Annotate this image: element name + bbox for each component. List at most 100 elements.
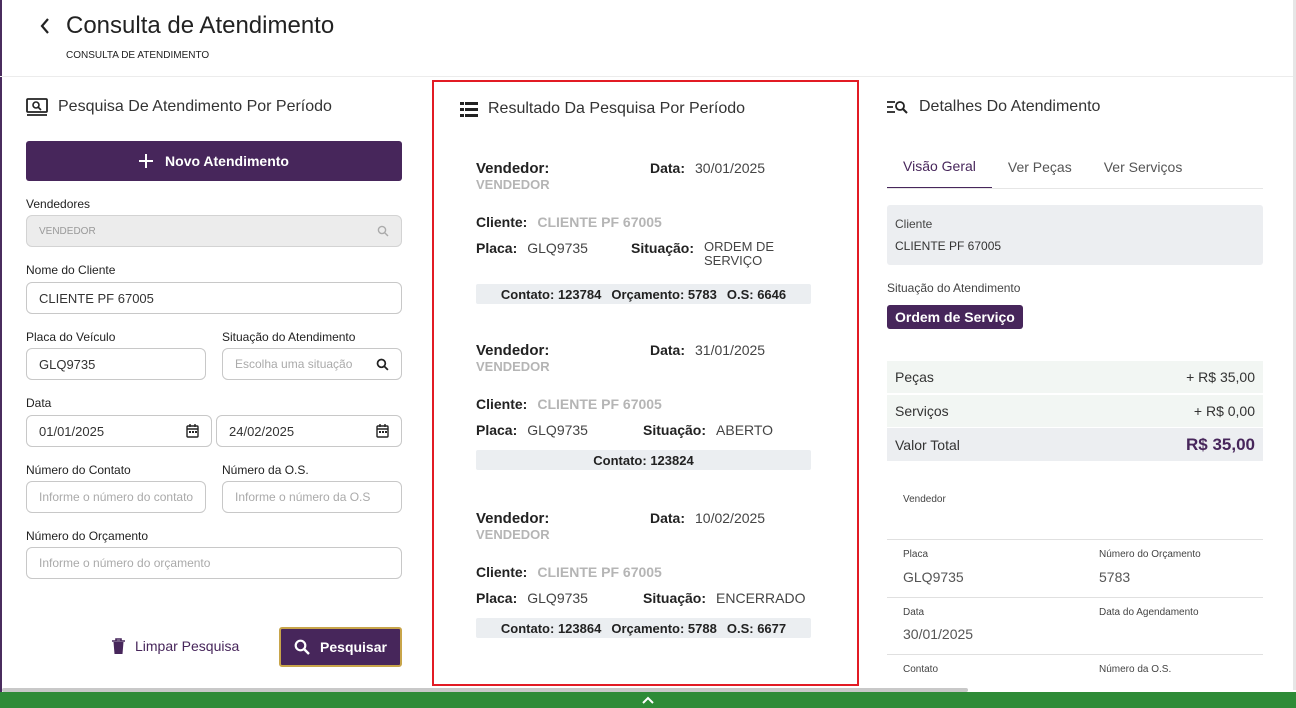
- placa-input[interactable]: GLQ9735: [26, 348, 206, 380]
- placa-label: Placa do Veículo: [26, 330, 116, 344]
- tab-visao-geral[interactable]: Visão Geral: [887, 144, 992, 189]
- cliente-label: Nome do Cliente: [26, 263, 116, 277]
- data-inicio-value: 01/01/2025: [39, 423, 105, 439]
- result-summary-bar: Contato: 123824: [476, 450, 811, 470]
- orcamento-placeholder: Informe o número do orçamento: [39, 556, 211, 570]
- page-header: Consulta de Atendimento CONSULTA DE ATEN…: [0, 0, 1293, 77]
- situacao-value: ORDEM DE SERVIÇO: [704, 239, 775, 268]
- list-icon: [460, 101, 478, 117]
- situacao-label: Situação do Atendimento: [222, 330, 356, 344]
- search-screen-icon: [26, 98, 48, 116]
- cliente-detail-value: CLIENTE PF 67005: [895, 239, 1002, 253]
- cliente-value: CLIENTE PF 67005: [537, 214, 662, 230]
- vendedor-value: VENDEDOR: [476, 527, 550, 542]
- data-fim-input[interactable]: 24/02/2025: [216, 415, 402, 447]
- orcamento-detail-value: 5783: [1099, 569, 1131, 585]
- situacao-select[interactable]: Escolha uma situação: [222, 348, 402, 380]
- chevron-up-icon[interactable]: [642, 696, 654, 704]
- left-window-border: [0, 0, 2, 708]
- search-button-label: Pesquisar: [320, 639, 387, 655]
- servicos-value: + R$ 0,00: [1193, 403, 1255, 419]
- situacao-key: Situação:: [643, 422, 707, 438]
- vendedor-key: Vendedor:: [476, 510, 550, 527]
- data-label: Data: [26, 396, 52, 410]
- divider: [887, 654, 1263, 655]
- details-panel-title-text: Detalhes Do Atendimento: [919, 98, 1101, 115]
- result-summary-bar: Contato: 123784 Orçamento: 5783 O.S: 664…: [476, 284, 811, 304]
- result-card[interactable]: Vendedor: VENDEDOR Data: 30/01/2025 Clie…: [476, 160, 812, 305]
- placa-value: GLQ9735: [527, 422, 588, 438]
- vendedor-detail-label: Vendedor: [903, 494, 946, 505]
- agendamento-detail-label: Data do Agendamento: [1099, 607, 1199, 618]
- page-title: Consulta de Atendimento: [66, 12, 335, 39]
- total-label: Valor Total: [895, 436, 960, 453]
- data-key: Data:: [650, 510, 686, 526]
- orcamento-detail-label: Número do Orçamento: [1099, 549, 1201, 560]
- cliente-input[interactable]: CLIENTE PF 67005: [26, 282, 402, 314]
- contato-label: Número do Contato: [26, 463, 131, 477]
- vendedores-label: Vendedores: [26, 197, 91, 211]
- search-button[interactable]: Pesquisar: [279, 627, 402, 667]
- result-card[interactable]: Vendedor: VENDEDOR Data: 31/01/2025 Clie…: [476, 342, 812, 472]
- vendedor-value: VENDEDOR: [476, 177, 550, 192]
- situacao-placeholder: Escolha uma situação: [235, 357, 353, 371]
- orcamento-label: Número do Orçamento: [26, 529, 149, 543]
- orcamento-input[interactable]: Informe o número do orçamento: [26, 547, 402, 579]
- vendedor-key: Vendedor:: [476, 342, 550, 359]
- servicos-label: Serviços: [895, 403, 949, 419]
- os-label: Número da O.S.: [222, 463, 309, 477]
- search-icon: [294, 639, 310, 655]
- data-key: Data:: [650, 160, 686, 176]
- cliente-key: Cliente:: [476, 396, 528, 412]
- placa-input-value: GLQ9735: [39, 356, 96, 372]
- tab-ver-pecas[interactable]: Ver Peças: [992, 144, 1088, 189]
- data-detail-value: 30/01/2025: [903, 626, 974, 642]
- cliente-value: CLIENTE PF 67005: [537, 564, 662, 580]
- servicos-row: Serviços + R$ 0,00: [887, 395, 1263, 427]
- results-panel-title-text: Resultado Da Pesquisa Por Período: [488, 100, 746, 117]
- data-key: Data:: [650, 342, 686, 358]
- search-icon: [377, 225, 389, 237]
- placa-detail-value: GLQ9735: [903, 569, 964, 585]
- bottom-expand-bar[interactable]: [0, 692, 1296, 708]
- vendedor-value: VENDEDOR: [476, 359, 550, 374]
- new-atendimento-button[interactable]: Novo Atendimento: [26, 141, 402, 181]
- calendar-icon[interactable]: [186, 424, 199, 438]
- client-box: Cliente CLIENTE PF 67005: [887, 205, 1263, 265]
- total-value: R$ 35,00: [1186, 434, 1255, 454]
- cliente-key: Cliente:: [476, 564, 528, 580]
- situacao-key: Situação:: [631, 240, 695, 256]
- calendar-icon[interactable]: [376, 424, 389, 438]
- new-atendimento-label: Novo Atendimento: [165, 153, 289, 169]
- pecas-value: + R$ 35,00: [1186, 369, 1255, 385]
- situacao-detail-label: Situação do Atendimento: [887, 281, 1021, 295]
- situacao-value: ABERTO: [716, 422, 774, 438]
- data-value: 30/01/2025: [695, 160, 766, 176]
- plus-icon: [139, 154, 154, 168]
- placa-key: Placa:: [476, 240, 518, 256]
- search-icon: [376, 358, 389, 371]
- status-badge: Ordem de Serviço: [887, 305, 1023, 329]
- tab-ver-servicos[interactable]: Ver Serviços: [1088, 144, 1199, 189]
- os-input[interactable]: Informe o número da O.S: [222, 481, 402, 513]
- data-inicio-input[interactable]: 01/01/2025: [26, 415, 212, 447]
- tabs-divider: [887, 188, 1263, 189]
- back-arrow-icon[interactable]: [38, 16, 56, 36]
- clear-search-label: Limpar Pesquisa: [135, 638, 240, 654]
- result-summary-bar: Contato: 123864 Orçamento: 5788 O.S: 667…: [476, 618, 811, 638]
- clear-search-button[interactable]: Limpar Pesquisa: [112, 632, 239, 660]
- placa-key: Placa:: [476, 590, 518, 606]
- data-fim-value: 24/02/2025: [229, 423, 295, 439]
- placa-detail-label: Placa: [903, 549, 929, 560]
- vendedores-field[interactable]: VENDEDOR: [26, 215, 402, 247]
- contato-input[interactable]: Informe o número do contato: [26, 481, 206, 513]
- contato-placeholder: Informe o número do contato: [39, 490, 193, 504]
- results-panel-title: Resultado Da Pesquisa Por Período: [460, 100, 745, 118]
- breadcrumb: CONSULTA DE ATENDIMENTO: [66, 50, 210, 61]
- cliente-value: CLIENTE PF 67005: [537, 396, 662, 412]
- result-card[interactable]: Vendedor: VENDEDOR Data: 10/02/2025 Clie…: [476, 510, 812, 650]
- vendedores-placeholder: VENDEDOR: [39, 225, 96, 237]
- vendedor-key: Vendedor:: [476, 160, 550, 177]
- os-placeholder: Informe o número da O.S: [235, 490, 371, 504]
- total-row: Valor Total R$ 35,00: [887, 428, 1263, 461]
